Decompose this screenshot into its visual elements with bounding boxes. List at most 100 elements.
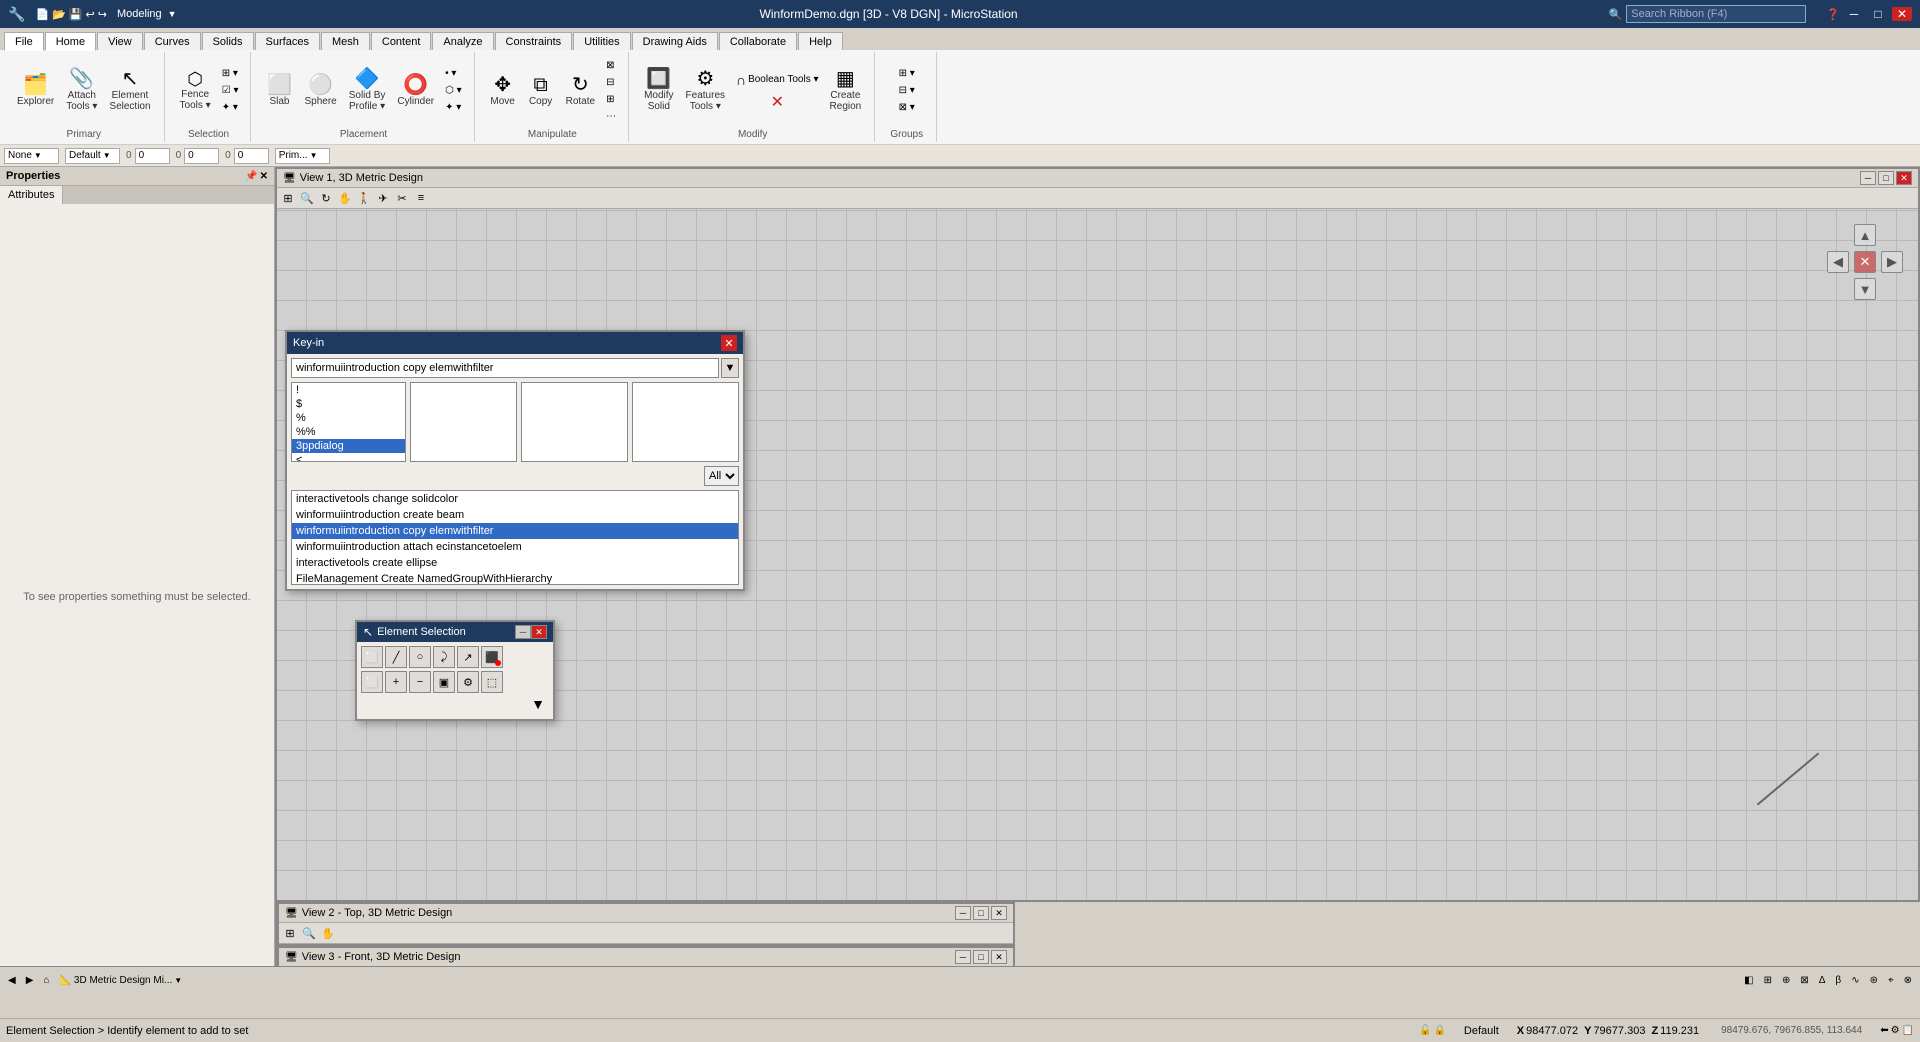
tr-input[interactable]: 0 xyxy=(234,148,269,164)
level-combo[interactable]: None ▼ xyxy=(4,148,59,164)
elem-sel-close[interactable]: ✕ xyxy=(531,625,547,639)
mirror-btn[interactable]: ⊟ xyxy=(602,75,620,90)
rotate-button[interactable]: ↻ Rotate xyxy=(561,72,600,110)
keyin-input-field[interactable] xyxy=(291,358,719,378)
tab-file[interactable]: File xyxy=(4,32,44,51)
tab-utilities[interactable]: Utilities xyxy=(573,32,630,50)
fence-tools-button[interactable]: ⬡ FenceTools ▾ xyxy=(175,67,216,114)
place-shape-btn[interactable]: ⬡ ▾ xyxy=(441,83,466,98)
open-icon[interactable]: 📂 xyxy=(52,8,66,21)
tab-drawing-aids[interactable]: Drawing Aids xyxy=(632,32,718,50)
rotate-right[interactable]: ▶ xyxy=(1881,251,1903,273)
keyin-tree-item[interactable]: % xyxy=(292,411,405,425)
selection-mode-btn[interactable]: ⊞ ▾ xyxy=(218,66,243,81)
view2-close[interactable]: ✕ xyxy=(991,906,1007,920)
bt-aa[interactable]: Δ xyxy=(1815,973,1830,988)
modify-solid-button[interactable]: 🔲 ModifySolid xyxy=(639,66,678,115)
keyin-result-item[interactable]: winformuiintroduction attach ecinstancet… xyxy=(292,539,738,555)
bt-home[interactable]: ⌂ xyxy=(39,973,53,988)
tab-help[interactable]: Help xyxy=(798,32,843,50)
view3-close[interactable]: ✕ xyxy=(991,950,1007,964)
keyin-result-selected[interactable]: winformuiintroduction copy elemwithfilte… xyxy=(292,523,738,539)
keyin-close-button[interactable]: ✕ xyxy=(721,335,737,351)
elem-sel-minimize[interactable]: ─ xyxy=(515,625,531,639)
redo-icon[interactable]: ↪ xyxy=(98,8,107,21)
explorer-button[interactable]: 🗂️ Explorer xyxy=(12,72,59,110)
maximize-button[interactable]: □ xyxy=(1868,7,1888,21)
keyin-tree-item[interactable]: %% xyxy=(292,425,405,439)
bt-back[interactable]: ◀ xyxy=(4,973,20,988)
v2t-fit[interactable]: ⊞ xyxy=(281,924,299,942)
keyin-results[interactable]: interactivetools change solidcolor winfo… xyxy=(291,490,739,585)
keyin-result-item[interactable]: winformuiintroduction create beam xyxy=(292,507,738,523)
keyin-tree[interactable]: ! $ % %% 3ppdialog < xyxy=(291,382,406,462)
panel-pin-icon[interactable]: 📌 xyxy=(245,171,257,182)
features-tools-button[interactable]: ⚙ FeaturesTools ▾ xyxy=(681,66,730,115)
vt-zoom-in[interactable]: 🔍 xyxy=(298,189,316,207)
place-tools-btn[interactable]: ✦ ▾ xyxy=(441,100,466,115)
tab-solids[interactable]: Solids xyxy=(202,32,254,50)
undo-icon[interactable]: ↩ xyxy=(86,8,95,21)
model-dropdown[interactable]: ▼ xyxy=(168,9,177,19)
sb-btn1[interactable]: ⬅ xyxy=(1880,1025,1888,1036)
v2t-zoom[interactable]: 🔍 xyxy=(300,924,318,942)
slab-button[interactable]: ⬜ Slab xyxy=(261,72,297,110)
boolean-tools-btn[interactable]: ∩ Boolean Tools ▾ xyxy=(732,70,823,90)
bt-ee[interactable]: ⌖ xyxy=(1884,973,1898,988)
tab-home[interactable]: Home xyxy=(45,32,96,51)
bt-fwd[interactable]: ▶ xyxy=(22,973,38,988)
elem-sel-expand-arrow[interactable]: ▼ xyxy=(531,696,545,712)
vt-fit[interactable]: ⊞ xyxy=(279,189,297,207)
bt-dd[interactable]: ⊛ xyxy=(1866,973,1882,988)
panel-close-icon[interactable]: ✕ xyxy=(260,171,268,182)
view3-maximize[interactable]: □ xyxy=(973,950,989,964)
tab-collaborate[interactable]: Collaborate xyxy=(719,32,797,50)
view1-minimize[interactable]: ─ xyxy=(1860,171,1876,185)
rotate-down[interactable]: ▼ xyxy=(1854,278,1876,300)
color-combo[interactable]: Default ▼ xyxy=(65,148,120,164)
keyin-tree-item[interactable]: ! xyxy=(292,383,405,397)
vt-rotate[interactable]: ↻ xyxy=(317,189,335,207)
tab-attributes[interactable]: Attributes xyxy=(0,186,63,204)
vt-walk[interactable]: 🚶 xyxy=(355,189,373,207)
rotate-center[interactable]: ✕ xyxy=(1854,251,1876,273)
tab-constraints[interactable]: Constraints xyxy=(495,32,573,50)
es-remove-icon[interactable]: − xyxy=(409,671,431,693)
bt-grid[interactable]: ⊞ xyxy=(1760,973,1776,988)
keyin-result-item[interactable]: interactivetools change solidcolor xyxy=(292,491,738,507)
es-line-select[interactable]: ╱ xyxy=(385,646,407,668)
minimize-button[interactable]: ─ xyxy=(1844,7,1864,21)
tab-curves[interactable]: Curves xyxy=(144,32,201,50)
keyin-result-item[interactable]: interactivetools create ellipse xyxy=(292,555,738,571)
es-stack-icon[interactable]: ⬚ xyxy=(481,671,503,693)
lc-input[interactable]: 0 xyxy=(184,148,219,164)
vt-clip[interactable]: ✂ xyxy=(393,189,411,207)
move-button[interactable]: ✥ Move xyxy=(485,72,521,110)
element-selection-button[interactable]: ↖ ElementSelection xyxy=(104,66,155,115)
keyin-tree-item-selected[interactable]: 3ppdialog xyxy=(292,439,405,453)
view1-maximize[interactable]: □ xyxy=(1878,171,1894,185)
help-icon[interactable]: ❓ xyxy=(1826,8,1840,21)
scale-btn[interactable]: ⊠ xyxy=(602,58,620,73)
groups-tool3-btn[interactable]: ⊠ ▾ xyxy=(895,100,919,115)
keyin-filter-select[interactable]: All xyxy=(704,466,739,486)
place-point-btn[interactable]: • ▾ xyxy=(441,66,466,81)
es-filter-icon[interactable]: ▣ xyxy=(433,671,455,693)
view2-maximize[interactable]: □ xyxy=(973,906,989,920)
view2-minimize[interactable]: ─ xyxy=(955,906,971,920)
attach-tools-button[interactable]: 📎 AttachTools ▾ xyxy=(61,66,102,115)
bt-cc[interactable]: ∿ xyxy=(1847,973,1863,988)
bt-bb[interactable]: β xyxy=(1831,973,1845,988)
keyin-tree-item[interactable]: $ xyxy=(292,397,405,411)
es-add-icon[interactable]: + xyxy=(385,671,407,693)
v2t-pan[interactable]: ✋ xyxy=(319,924,337,942)
tab-view[interactable]: View xyxy=(97,32,143,50)
keyin-result-item[interactable]: FileManagement Create NamedGroupWithHier… xyxy=(292,571,738,585)
solid-by-profile-button[interactable]: 🔷 Solid ByProfile ▾ xyxy=(344,66,391,115)
es-rect-select[interactable]: ⬜ xyxy=(361,646,383,668)
bt-accudraw[interactable]: ⊠ xyxy=(1796,973,1812,988)
copy-button[interactable]: ⧉ Copy xyxy=(523,72,559,110)
view1-close[interactable]: ✕ xyxy=(1896,171,1912,185)
es-move-icon[interactable]: ⬛ xyxy=(481,646,503,668)
save-icon[interactable]: 💾 xyxy=(69,8,83,21)
